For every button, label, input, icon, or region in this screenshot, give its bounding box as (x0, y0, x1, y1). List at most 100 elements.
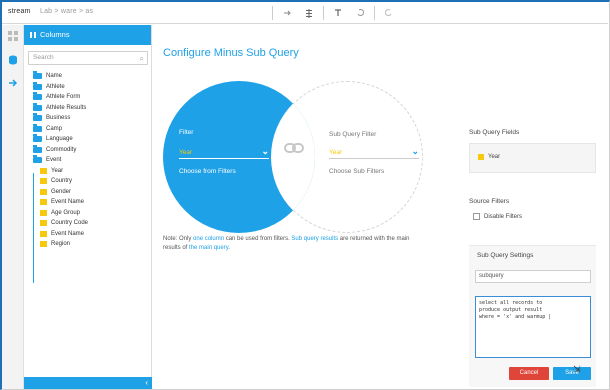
folder-open-icon (33, 155, 42, 164)
help-text-highlight: the main query (189, 245, 229, 251)
tree-field[interactable]: Event Name (28, 229, 150, 240)
field-label: Year (51, 167, 64, 174)
brand-logo: stream (8, 8, 31, 15)
left-rail (2, 25, 24, 389)
disable-filters-checkbox[interactable]: Disable Filters (473, 213, 522, 220)
field-label: Country (51, 178, 73, 185)
grid-icon[interactable] (8, 31, 18, 41)
tree-field[interactable]: Gender (28, 187, 150, 198)
chevron-down-icon: ⌄ (261, 146, 269, 156)
tree-label: Athlete Form (46, 94, 81, 101)
breadcrumb[interactable]: Lab > ware > as (40, 8, 93, 15)
code-line: produce output result (479, 307, 543, 313)
tree-folder-expanded[interactable]: Event (28, 155, 150, 166)
sidebar-title: Columns (40, 30, 70, 39)
cancel-button[interactable]: Cancel (509, 367, 549, 380)
field-label: Gender (51, 188, 72, 195)
sub-query-heading: Sub Query Filter (329, 131, 377, 138)
arrow-right-icon[interactable] (8, 78, 18, 88)
collapse-icon[interactable]: ‹ (145, 377, 148, 389)
tree-folder[interactable]: Athlete Results (28, 102, 150, 114)
tree-field[interactable]: Year (28, 166, 150, 177)
columns-sidebar: Columns Search ⌕ Name Athlete Athlete Fo… (24, 25, 152, 389)
field-chip[interactable]: Year (478, 154, 500, 160)
tree-label: Athlete (46, 83, 65, 90)
folder-icon (33, 71, 42, 80)
help-text-highlight: Sub query results (291, 236, 339, 242)
field-label: Age Group (51, 209, 81, 216)
sidebar-footer: ‹ (24, 377, 152, 389)
tree-field[interactable]: Region (28, 239, 150, 250)
column-tree: Name Athlete Athlete Form Athlete Result… (28, 71, 150, 250)
tree-field[interactable]: Age Group (28, 208, 150, 219)
tree-folder[interactable]: Commodity (28, 144, 150, 156)
top-bar: stream Lab > ware > as (2, 2, 608, 24)
folder-icon (33, 92, 42, 101)
field-icon (40, 209, 47, 216)
choose-sub-filters-link[interactable]: Choose Sub Filters (329, 168, 384, 175)
field-icon (478, 154, 484, 160)
filter-select[interactable]: Year ⌄ (179, 146, 269, 159)
main-content: Configure Minus Sub Query Filter Year ⌄ … (153, 25, 608, 389)
tree-field[interactable]: Country Code (28, 218, 150, 229)
arrow-icon[interactable] (279, 5, 295, 21)
folder-icon (33, 113, 42, 122)
tree-guide-line (33, 173, 34, 283)
tree-field[interactable]: Country (28, 176, 150, 187)
resize-handle-icon[interactable]: ⇲ (573, 364, 581, 375)
tree-folder[interactable]: Athlete (28, 81, 150, 93)
help-text-part: can be used from filters. (224, 236, 292, 242)
help-text: Note: Only one column can be used from f… (163, 235, 433, 253)
checkbox-box[interactable] (473, 213, 480, 220)
tree-label: Athlete Results (46, 104, 87, 111)
field-icon (40, 230, 47, 237)
redo-icon[interactable] (381, 5, 397, 21)
tree-label: Business (46, 115, 71, 122)
query-name-input[interactable]: subquery (475, 270, 591, 283)
sql-editor[interactable]: select all records to produce output res… (475, 296, 591, 358)
toolbar-divider (272, 6, 273, 20)
list-icon[interactable] (301, 5, 317, 21)
field-icon (40, 199, 47, 206)
help-text-part: . (228, 245, 230, 251)
sub-query-fields-label: Sub Query Fields (469, 129, 520, 136)
help-text-part: results of (163, 245, 190, 251)
tree-field[interactable]: Event Name (28, 197, 150, 208)
database-icon[interactable] (8, 55, 18, 65)
search-icon[interactable]: ⌕ (140, 53, 144, 65)
page-title: Configure Minus Sub Query (163, 47, 299, 59)
save-button[interactable]: Save (553, 367, 591, 380)
tree-folder[interactable]: Language (28, 134, 150, 145)
help-text-part: are returned with the main (338, 236, 410, 242)
sidebar-search-input[interactable]: Search ⌕ (28, 51, 148, 65)
field-icon (40, 178, 47, 185)
query-name-value: subquery (479, 273, 504, 279)
settings-label: Sub Query Settings (477, 252, 534, 259)
tree-folder[interactable]: Camp (28, 123, 150, 135)
sub-query-fields-box[interactable]: Year (469, 143, 596, 173)
columns-icon (30, 32, 36, 38)
field-icon (40, 167, 47, 174)
folder-icon (33, 123, 42, 132)
T-icon[interactable] (330, 5, 346, 21)
field-chip-label: Year (488, 154, 501, 160)
choose-filters-link[interactable]: Choose from Filters (179, 168, 236, 175)
toolbar-divider (374, 6, 375, 20)
help-text-part: Note: Only (163, 236, 194, 242)
tree-folder[interactable]: Business (28, 113, 150, 124)
tree-folder[interactable]: Name (28, 71, 150, 82)
filter-select-value: Year (179, 149, 193, 156)
help-text-highlight: one column (193, 236, 225, 242)
folder-icon (33, 144, 42, 153)
folder-icon (33, 102, 42, 111)
field-icon (40, 241, 47, 248)
undo-icon[interactable] (352, 5, 368, 21)
code-line: where = 'x' and warmup | (479, 314, 552, 320)
code-line: select all records to (479, 300, 543, 306)
search-placeholder: Search (33, 54, 54, 61)
tree-folder[interactable]: Athlete Form (28, 92, 150, 103)
field-icon (40, 188, 47, 195)
sub-query-select[interactable]: Year ⌄ (329, 146, 419, 159)
filter-heading: Filter (179, 129, 194, 136)
checkbox-label: Disable Filters (484, 213, 523, 220)
